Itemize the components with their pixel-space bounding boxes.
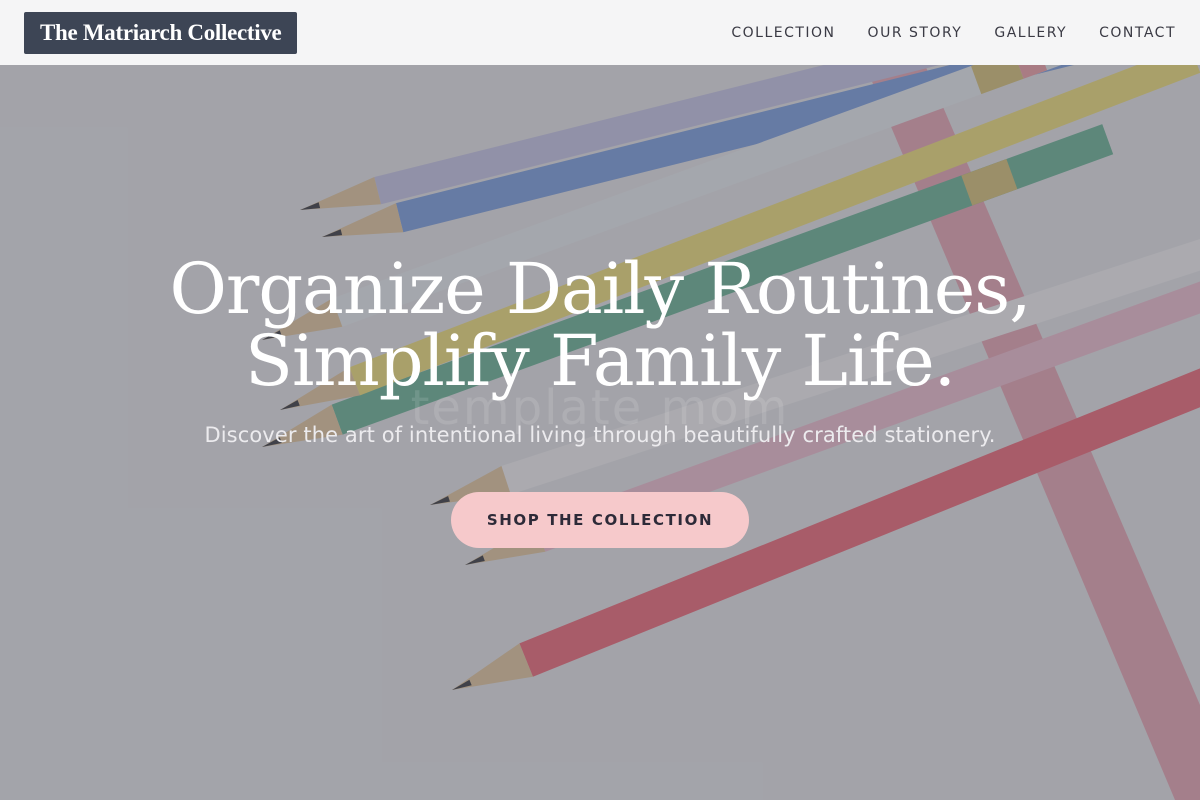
hero-content: template mom Organize Daily Routines, Si… [0, 65, 1200, 800]
hero-title-line-2: Simplify Family Life. [245, 320, 956, 402]
nav-link-gallery[interactable]: GALLERY [994, 25, 1067, 41]
nav-link-our-story[interactable]: OUR STORY [868, 25, 963, 41]
hero-title-line-1: Organize Daily Routines, [169, 248, 1032, 330]
site-logo[interactable]: The Matriarch Collective [24, 11, 298, 54]
shop-collection-button[interactable]: SHOP THE COLLECTION [451, 492, 749, 548]
main-nav: COLLECTION OUR STORY GALLERY CONTACT [699, 25, 1176, 41]
nav-link-collection[interactable]: COLLECTION [731, 25, 835, 41]
site-header: The Matriarch Collective COLLECTION OUR … [0, 0, 1200, 65]
nav-link-contact[interactable]: CONTACT [1099, 25, 1176, 41]
hero-section: template mom Organize Daily Routines, Si… [0, 65, 1200, 800]
hero-subtitle: Discover the art of intentional living t… [204, 423, 996, 447]
hero-title: Organize Daily Routines, Simplify Family… [0, 253, 1200, 397]
